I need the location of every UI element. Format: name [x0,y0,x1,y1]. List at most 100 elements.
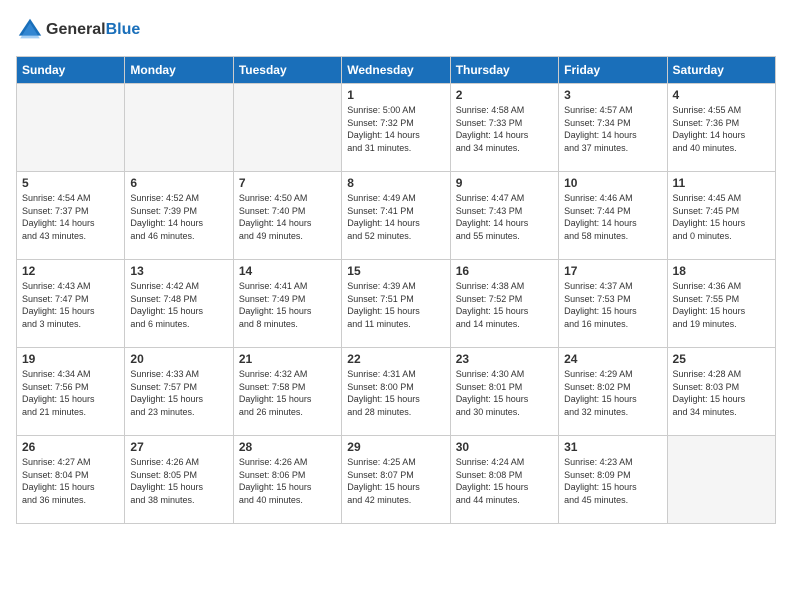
calendar-cell: 19 Sunrise: 4:34 AM Sunset: 7:56 PM Dayli… [17,348,125,436]
day-info: Sunrise: 4:30 AM Sunset: 8:01 PM Dayligh… [456,368,553,418]
day-info: Sunrise: 4:28 AM Sunset: 8:03 PM Dayligh… [673,368,770,418]
day-number: 16 [456,264,553,278]
day-number: 13 [130,264,227,278]
calendar-cell: 6 Sunrise: 4:52 AM Sunset: 7:39 PM Daylig… [125,172,233,260]
day-number: 15 [347,264,444,278]
calendar-cell [125,84,233,172]
calendar-cell: 23 Sunrise: 4:30 AM Sunset: 8:01 PM Dayli… [450,348,558,436]
day-header-wednesday: Wednesday [342,57,450,84]
calendar-cell: 30 Sunrise: 4:24 AM Sunset: 8:08 PM Dayli… [450,436,558,524]
day-info: Sunrise: 4:52 AM Sunset: 7:39 PM Dayligh… [130,192,227,242]
calendar-cell: 28 Sunrise: 4:26 AM Sunset: 8:06 PM Dayli… [233,436,341,524]
day-info: Sunrise: 4:31 AM Sunset: 8:00 PM Dayligh… [347,368,444,418]
day-number: 31 [564,440,661,454]
day-info: Sunrise: 4:49 AM Sunset: 7:41 PM Dayligh… [347,192,444,242]
day-number: 9 [456,176,553,190]
day-info: Sunrise: 4:55 AM Sunset: 7:36 PM Dayligh… [673,104,770,154]
calendar-cell: 18Sunrise: 4:36 AM Sunset: 7:55 PM Dayli… [667,260,775,348]
calendar-cell: 20Sunrise: 4:33 AM Sunset: 7:57 PM Dayli… [125,348,233,436]
day-info: Sunrise: 4:32 AM Sunset: 7:58 PM Dayligh… [239,368,336,418]
calendar-cell: 1 Sunrise: 5:00 AM Sunset: 7:32 PM Daylig… [342,84,450,172]
calendar-cell: 7 Sunrise: 4:50 AM Sunset: 7:40 PM Daylig… [233,172,341,260]
day-header-tuesday: Tuesday [233,57,341,84]
day-number: 7 [239,176,336,190]
day-number: 3 [564,88,661,102]
calendar-cell: 22 Sunrise: 4:31 AM Sunset: 8:00 PM Dayli… [342,348,450,436]
calendar-cell: 15 Sunrise: 4:39 AM Sunset: 7:51 PM Dayli… [342,260,450,348]
calendar-cell: 21 Sunrise: 4:32 AM Sunset: 7:58 PM Dayli… [233,348,341,436]
calendar-cell: 16 Sunrise: 4:38 AM Sunset: 7:52 PM Dayli… [450,260,558,348]
calendar-week-4: 19 Sunrise: 4:34 AM Sunset: 7:56 PM Dayli… [17,348,776,436]
calendar-cell: 26Sunrise: 4:27 AM Sunset: 8:04 PM Dayli… [17,436,125,524]
day-info: Sunrise: 4:43 AM Sunset: 7:47 PM Dayligh… [22,280,119,330]
day-number: 29 [347,440,444,454]
page-header: GeneralBlue [16,16,776,44]
calendar-cell: 12 Sunrise: 4:43 AM Sunset: 7:47 PM Dayli… [17,260,125,348]
day-info: Sunrise: 4:23 AM Sunset: 8:09 PM Dayligh… [564,456,661,506]
day-info: Sunrise: 4:24 AM Sunset: 8:08 PM Dayligh… [456,456,553,506]
day-number: 5 [22,176,119,190]
day-number: 23 [456,352,553,366]
day-number: 8 [347,176,444,190]
days-header-row: SundayMondayTuesdayWednesdayThursdayFrid… [17,57,776,84]
day-info: Sunrise: 4:38 AM Sunset: 7:52 PM Dayligh… [456,280,553,330]
day-header-sunday: Sunday [17,57,125,84]
day-info: Sunrise: 4:58 AM Sunset: 7:33 PM Dayligh… [456,104,553,154]
day-number: 24 [564,352,661,366]
day-header-friday: Friday [559,57,667,84]
day-number: 21 [239,352,336,366]
calendar-cell: 25Sunrise: 4:28 AM Sunset: 8:03 PM Dayli… [667,348,775,436]
calendar-cell: 31 Sunrise: 4:23 AM Sunset: 8:09 PM Dayli… [559,436,667,524]
day-number: 17 [564,264,661,278]
day-info: Sunrise: 4:33 AM Sunset: 7:57 PM Dayligh… [130,368,227,418]
calendar-cell [17,84,125,172]
day-number: 12 [22,264,119,278]
day-number: 4 [673,88,770,102]
logo-text-line1: GeneralBlue [46,21,140,39]
day-info: Sunrise: 4:50 AM Sunset: 7:40 PM Dayligh… [239,192,336,242]
day-info: Sunrise: 4:29 AM Sunset: 8:02 PM Dayligh… [564,368,661,418]
day-number: 11 [673,176,770,190]
calendar-cell: 29 Sunrise: 4:25 AM Sunset: 8:07 PM Dayli… [342,436,450,524]
day-number: 22 [347,352,444,366]
day-info: Sunrise: 4:34 AM Sunset: 7:56 PM Dayligh… [22,368,119,418]
calendar-cell: 14 Sunrise: 4:41 AM Sunset: 7:49 PM Dayli… [233,260,341,348]
day-info: Sunrise: 4:25 AM Sunset: 8:07 PM Dayligh… [347,456,444,506]
calendar-week-5: 26Sunrise: 4:27 AM Sunset: 8:04 PM Dayli… [17,436,776,524]
calendar-cell: 13 Sunrise: 4:42 AM Sunset: 7:48 PM Dayli… [125,260,233,348]
day-info: Sunrise: 4:26 AM Sunset: 8:05 PM Dayligh… [130,456,227,506]
calendar-cell: 27 Sunrise: 4:26 AM Sunset: 8:05 PM Dayli… [125,436,233,524]
calendar-cell [233,84,341,172]
day-info: Sunrise: 4:41 AM Sunset: 7:49 PM Dayligh… [239,280,336,330]
day-number: 27 [130,440,227,454]
day-number: 1 [347,88,444,102]
calendar-cell: 5Sunrise: 4:54 AM Sunset: 7:37 PM Daylig… [17,172,125,260]
calendar-cell: 9Sunrise: 4:47 AM Sunset: 7:43 PM Daylig… [450,172,558,260]
day-info: Sunrise: 5:00 AM Sunset: 7:32 PM Dayligh… [347,104,444,154]
day-number: 10 [564,176,661,190]
day-info: Sunrise: 4:42 AM Sunset: 7:48 PM Dayligh… [130,280,227,330]
day-number: 28 [239,440,336,454]
logo: GeneralBlue [16,16,140,44]
calendar-week-1: 1 Sunrise: 5:00 AM Sunset: 7:32 PM Daylig… [17,84,776,172]
day-header-thursday: Thursday [450,57,558,84]
day-info: Sunrise: 4:27 AM Sunset: 8:04 PM Dayligh… [22,456,119,506]
day-info: Sunrise: 4:26 AM Sunset: 8:06 PM Dayligh… [239,456,336,506]
day-info: Sunrise: 4:57 AM Sunset: 7:34 PM Dayligh… [564,104,661,154]
calendar-cell: 11 Sunrise: 4:45 AM Sunset: 7:45 PM Dayli… [667,172,775,260]
calendar-cell: 17 Sunrise: 4:37 AM Sunset: 7:53 PM Dayli… [559,260,667,348]
day-number: 19 [22,352,119,366]
day-info: Sunrise: 4:36 AM Sunset: 7:55 PM Dayligh… [673,280,770,330]
calendar-cell: 24 Sunrise: 4:29 AM Sunset: 8:02 PM Dayli… [559,348,667,436]
calendar-cell [667,436,775,524]
day-number: 6 [130,176,227,190]
day-number: 14 [239,264,336,278]
calendar-table: SundayMondayTuesdayWednesdayThursdayFrid… [16,56,776,524]
day-info: Sunrise: 4:39 AM Sunset: 7:51 PM Dayligh… [347,280,444,330]
day-info: Sunrise: 4:37 AM Sunset: 7:53 PM Dayligh… [564,280,661,330]
day-info: Sunrise: 4:45 AM Sunset: 7:45 PM Dayligh… [673,192,770,242]
calendar-week-2: 5Sunrise: 4:54 AM Sunset: 7:37 PM Daylig… [17,172,776,260]
calendar-cell: 10Sunrise: 4:46 AM Sunset: 7:44 PM Dayli… [559,172,667,260]
day-number: 30 [456,440,553,454]
calendar-cell: 3 Sunrise: 4:57 AM Sunset: 7:34 PM Daylig… [559,84,667,172]
